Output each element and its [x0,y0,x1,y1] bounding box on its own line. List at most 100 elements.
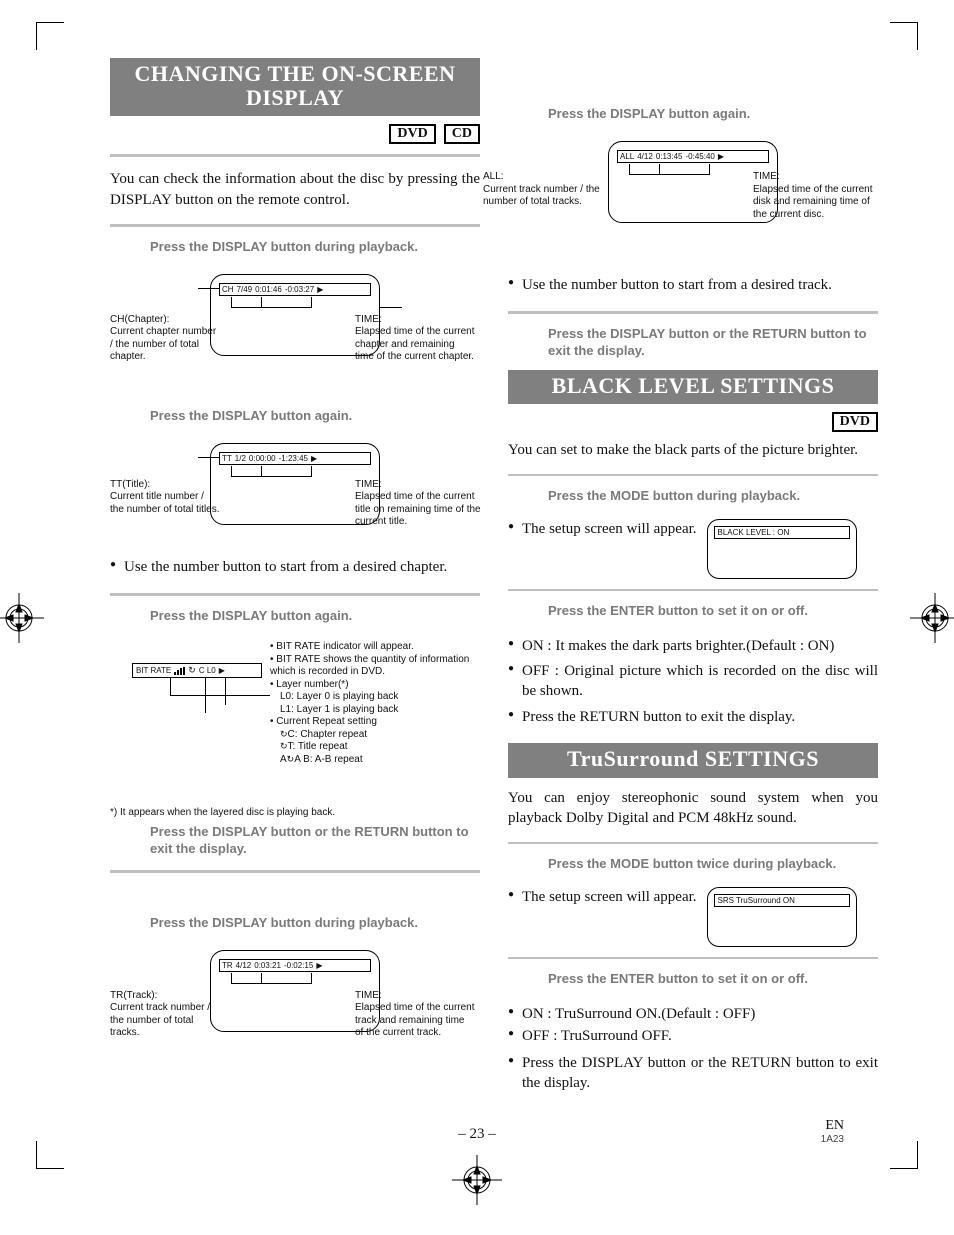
trusurround-setup-row: The setup screen will appear. SRS TruSur… [508,887,878,947]
registration-mark-right-icon [910,593,954,643]
black-level-bar: BLACK LEVEL : ON [714,526,850,539]
bitrate-footnote: *) It appears when the layered disc is p… [110,807,480,818]
divider [110,870,480,873]
page-footer-right: EN 1A23 [821,1118,844,1145]
caption-all-time-label: TIME: [753,171,873,184]
osd-ch-label: CH [222,285,234,294]
play-icon: ▶ [219,666,225,675]
divider [508,589,878,591]
caption-ch-time-desc: Elapsed time of the current chapter and … [355,326,475,364]
trusurround-intro: You can enjoy stereophonic sound system … [508,788,878,829]
osd-tr-counter: 4/12 [236,961,252,970]
badge-dvd: DVD [832,412,878,432]
divider [110,224,480,227]
step-7-text: Press the DISPLAY button or the RETURN b… [548,326,878,360]
badge-cd: CD [444,124,480,144]
black-level-setup-text: The setup screen will appear. [508,519,697,539]
step-1-text: Press the DISPLAY button during playback… [150,239,480,256]
registration-mark-bottom-icon [452,1155,502,1205]
bitrate-line3a: L0: Layer 0 is playing back [270,691,470,704]
osd-tt-remaining: -1:23:45 [279,454,308,463]
caption-all-label: ALL: [483,171,603,184]
black-level-step-1: 1 Press the MODE button during playback. [508,488,878,511]
osd-ch-elapsed: 0:01:46 [255,285,282,294]
caption-ch-desc: Current chapter number / the number of t… [110,326,220,364]
bitrate-line4c: A B: A-B repeat [294,754,362,765]
divider [508,311,878,314]
step-5-text: Press the DISPLAY button during playback… [150,915,480,932]
osd-all-remaining: -0:45:40 [686,152,715,161]
step-2-text: Press the DISPLAY button again. [150,408,480,425]
bitrate-extra: C L0 [199,666,216,675]
media-badges-black-level: DVD [508,412,878,432]
caption-ch-label: CH(Chapter): [110,314,220,327]
bullet-chapter: Use the number button to start from a de… [110,557,480,577]
step-3: 3 Press the DISPLAY button again. [110,608,480,631]
osd-tr-label: TR [222,961,233,970]
caption-tt-time-desc: Elapsed time of the current title on rem… [355,491,485,529]
step-6: 2 Press the DISPLAY button again. [508,106,878,129]
mini-tv-trusurround: SRS TruSurround ON [707,887,857,947]
osd-ch-remaining: -0:03:27 [285,285,314,294]
caption-all-desc: Current track number / the number of tot… [483,184,603,209]
trusurround-step-2: 2 Press the ENTER button to set it on or… [508,971,878,994]
bitrate-line4: • Current Repeat setting [270,716,470,729]
trusurround-exit: Press the DISPLAY button or the RETURN b… [508,1053,878,1094]
bullet-list: Use the number button to start from a de… [110,557,480,579]
black-level-exit: Press the RETURN button to exit the disp… [508,707,878,727]
play-icon: ▶ [316,961,322,970]
caption-tr-desc: Current track number / the number of tot… [110,1002,220,1040]
black-level-step-1-text: Press the MODE button during playback. [548,488,878,505]
divider [508,957,878,959]
osd-tt-counter: 1/2 [235,454,246,463]
trusurround-step-2-text: Press the ENTER button to set it on or o… [548,971,878,988]
black-level-bullets: ON : It makes the dark parts brighter.(D… [508,636,878,658]
osd-diagram-title: TT 1/2 0:00:00 -1:23:45 ▶ TT(Title): Cur… [110,443,480,543]
divider [508,842,878,844]
caption-tr-time-label: TIME: [355,990,475,1003]
caption-tt-desc: Current title number / the number of tot… [110,491,220,516]
registration-mark-left-icon [0,593,44,643]
osd-diagram-bitrate: BIT RATE ↻ C L0 ▶ • BIT RATE indicator w… [110,641,480,801]
media-badges: DVD CD [110,124,480,144]
section-heading-trusurround: TruSurround SETTINGS [508,743,878,777]
manual-page: CHANGING THE ON-SCREEN DISPLAY DVD CD Yo… [0,0,954,1235]
bitrate-line4b: T: Title repeat [288,741,348,752]
caption-ch-time-label: TIME: [355,314,475,327]
section-heading-changing-display: CHANGING THE ON-SCREEN DISPLAY [110,58,480,116]
trusurround-setup-text: The setup screen will appear. [508,887,697,907]
trusurround-step-1-text: Press the MODE button twice during playb… [548,856,878,873]
bullet-list: Use the number button to start from a de… [508,275,878,297]
trusurround-bar: SRS TruSurround ON [714,894,850,907]
repeat-icon: ↻ [188,665,196,676]
black-level-off: OFF : Original picture which is recorded… [508,661,878,702]
section-heading-black-level: BLACK LEVEL SETTINGS [508,370,878,404]
play-icon: ▶ [311,454,317,463]
osd-diagram-track: TR 4/12 0:03:21 -0:02:15 ▶ TR(Track): Cu… [110,950,480,1070]
left-column: CHANGING THE ON-SCREEN DISPLAY DVD CD Yo… [110,58,480,1103]
play-icon: ▶ [718,152,724,161]
footer-lang: EN [821,1118,844,1134]
caption-tt-label: TT(Title): [110,479,220,492]
osd-diagram-all: ALL 4/12 0:13:45 -0:45:40 ▶ ALL: Current… [508,141,878,261]
osd-all-counter: 4/12 [637,152,653,161]
badge-dvd: DVD [389,124,435,144]
bitrate-line4a: C: Chapter repeat [288,729,368,740]
osd-tr-elapsed: 0:03:21 [254,961,281,970]
caption-tr-time-desc: Elapsed time of the current track and re… [355,1002,475,1040]
footer-code: 1A23 [821,1134,844,1145]
step-2: 2 Press the DISPLAY button again. [110,408,480,431]
page-number: 23 [458,1126,496,1142]
osd-ch-counter: 7/49 [237,285,253,294]
step-5: 1 Press the DISPLAY button during playba… [110,915,480,938]
step-1: 1 Press the DISPLAY button during playba… [110,239,480,262]
divider [110,593,480,596]
right-column: 2 Press the DISPLAY button again. ALL 4/… [508,58,878,1103]
step-4: 4 Press the DISPLAY button or the RETURN… [110,824,480,858]
osd-tr-remaining: -0:02:15 [284,961,313,970]
bullet-track: Use the number button to start from a de… [508,275,878,295]
bitrate-label: BIT RATE [136,666,171,675]
trusurround-off: OFF : TruSurround OFF. [508,1026,878,1046]
page-footer: 23 [0,1126,954,1143]
caption-tt-time-label: TIME: [355,479,485,492]
